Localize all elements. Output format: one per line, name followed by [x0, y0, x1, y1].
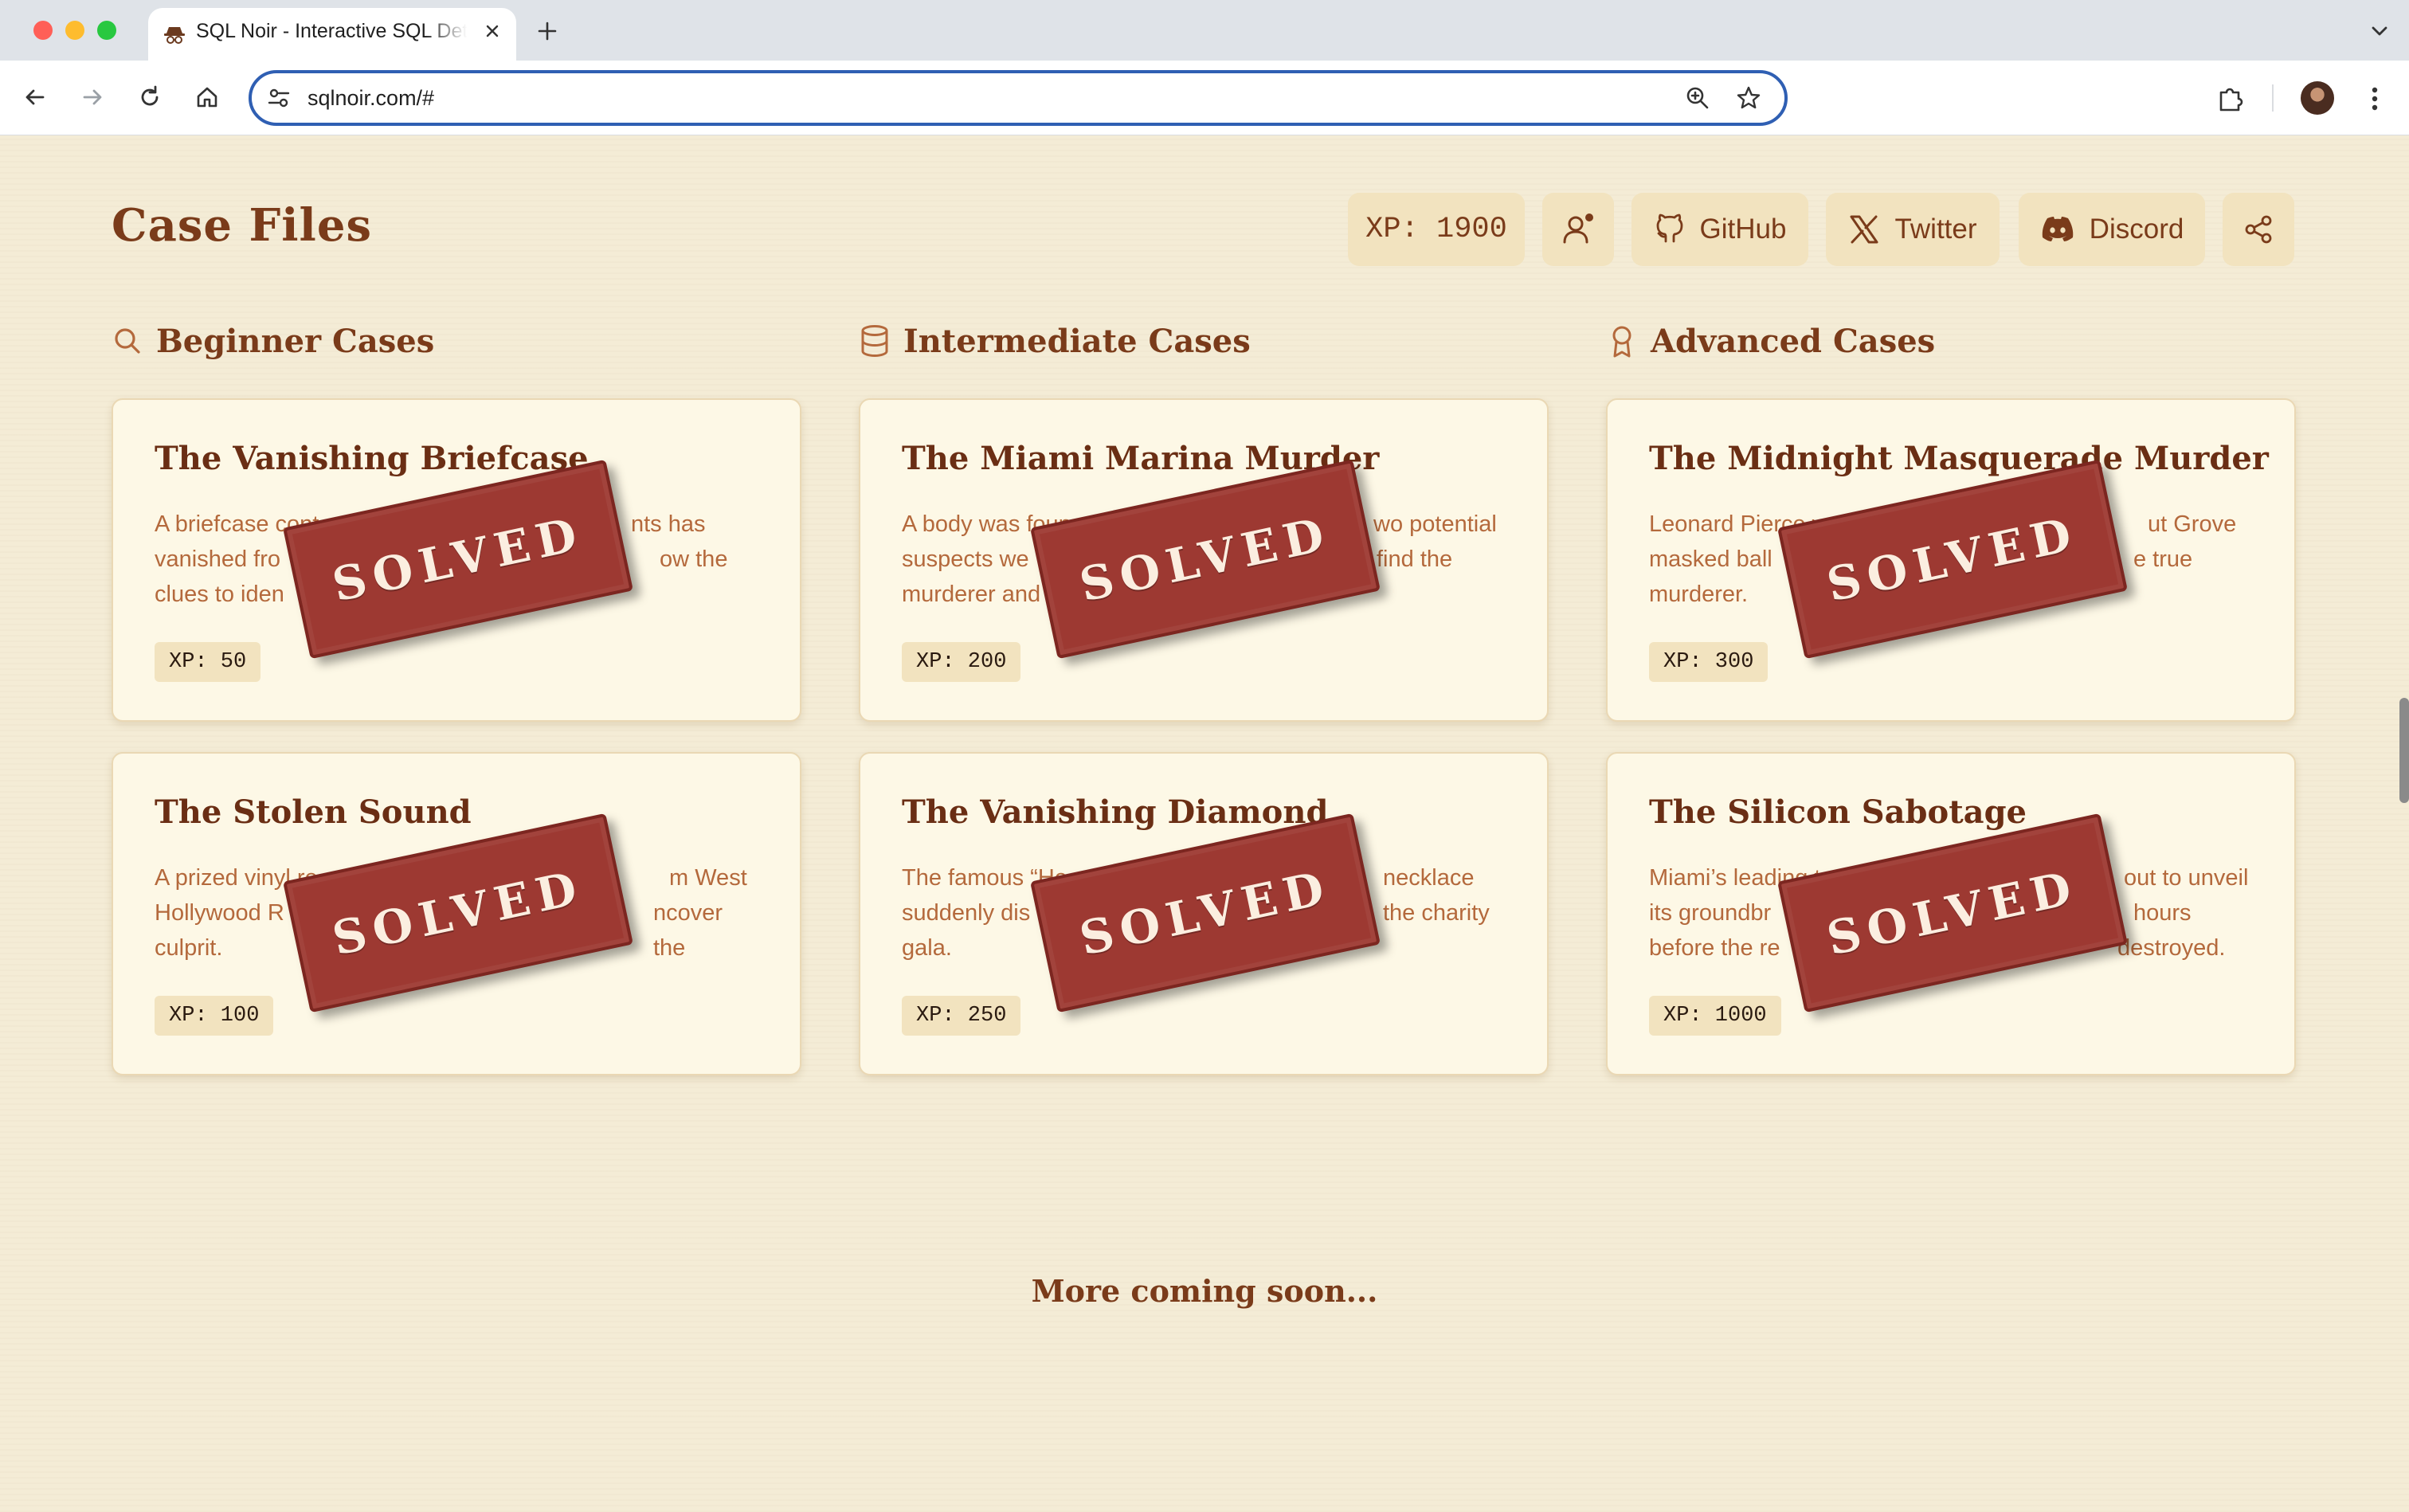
browser-tab-strip: SQL Noir - Interactive SQL Detective Gam…	[0, 0, 2409, 61]
case-title: The Stolen Sound	[155, 793, 472, 831]
database-icon	[861, 325, 888, 358]
case-card[interactable]: The Midnight Masquerade Murder Leonard P…	[1606, 398, 2296, 722]
solved-stamp-text: SOLVED	[1822, 506, 2083, 613]
case-title: The Midnight Masquerade Murder	[1649, 440, 2269, 477]
close-window-button[interactable]	[33, 21, 53, 40]
profile-button[interactable]	[1542, 193, 1614, 266]
profile-avatar[interactable]	[2301, 81, 2334, 115]
address-bar[interactable]: sqlnoir.com/#	[249, 70, 1788, 126]
github-button[interactable]: GitHub	[1631, 193, 1808, 266]
url-text[interactable]: sqlnoir.com/#	[307, 73, 434, 123]
case-xp-badge: XP: 1000	[1649, 996, 1781, 1036]
xp-total: XP: 1900	[1365, 213, 1507, 246]
zoom-icon[interactable]	[1684, 84, 1711, 112]
solved-stamp-text: SOLVED	[1075, 506, 1336, 613]
github-icon	[1656, 213, 1682, 243]
section-advanced: Advanced Cases	[1606, 317, 1935, 365]
more-coming-soon: More coming soon...	[1031, 1273, 1378, 1309]
extensions-puzzle-icon[interactable]	[2215, 83, 2246, 115]
case-card[interactable]: The Vanishing Diamond The famous “Hea ne…	[859, 752, 1549, 1075]
case-card[interactable]: The Stolen Sound A prized vinyl re m Wes…	[112, 752, 801, 1075]
page-title: Case Files	[112, 199, 372, 252]
section-intermediate: Intermediate Cases	[859, 317, 1251, 365]
discord-button[interactable]: Discord	[2019, 193, 2205, 266]
arrow-left-icon	[25, 89, 45, 105]
reload-button[interactable]	[131, 78, 169, 116]
minimize-window-button[interactable]	[65, 21, 84, 40]
case-title: The Silicon Sabotage	[1649, 793, 2027, 831]
home-icon	[197, 87, 217, 108]
solved-stamp-text: SOLVED	[327, 506, 589, 613]
solved-stamp-text: SOLVED	[1822, 860, 2083, 966]
case-title: The Vanishing Briefcase	[155, 440, 589, 477]
github-label: GitHub	[1699, 213, 1787, 245]
section-intermediate-title: Intermediate Cases	[903, 322, 1251, 360]
solved-stamp: SOLVED	[283, 459, 633, 660]
home-button[interactable]	[188, 78, 226, 116]
case-xp-badge: XP: 100	[155, 996, 274, 1036]
solved-stamp-text: SOLVED	[327, 860, 589, 966]
case-card[interactable]: The Miami Marina Murder A body was foun …	[859, 398, 1549, 722]
section-beginner-title: Beginner Cases	[156, 322, 435, 360]
solved-stamp: SOLVED	[1777, 813, 2128, 1013]
tab-search-chevron-icon[interactable]	[2366, 18, 2393, 45]
page-content: Case Files XP: 1900 GitHub Twitter Disco…	[0, 135, 2409, 1512]
solved-stamp: SOLVED	[1777, 459, 2128, 660]
case-card[interactable]: The Silicon Sabotage Miami’s leading t o…	[1606, 752, 2296, 1075]
case-title: The Vanishing Diamond	[902, 793, 1329, 831]
solved-stamp: SOLVED	[1030, 813, 1381, 1013]
back-button[interactable]	[16, 78, 54, 116]
case-xp-badge: XP: 200	[902, 642, 1021, 682]
scrollbar-thumb[interactable]	[2399, 698, 2409, 803]
bookmark-star-icon[interactable]	[1735, 84, 1762, 112]
detective-favicon-icon	[164, 27, 185, 44]
new-tab-icon[interactable]	[534, 18, 561, 45]
solved-stamp-text: SOLVED	[1075, 860, 1336, 966]
search-icon	[115, 328, 140, 354]
case-xp-badge: XP: 300	[1649, 642, 1769, 682]
share-icon	[2245, 215, 2272, 244]
maximize-window-button[interactable]	[97, 21, 116, 40]
section-beginner: Beginner Cases	[112, 317, 434, 365]
browser-tab-active[interactable]: SQL Noir - Interactive SQL Detective Gam…	[148, 8, 516, 61]
tab-title: SQL Noir - Interactive SQL Detective Gam…	[196, 20, 467, 42]
toolbar-divider	[2272, 84, 2274, 112]
forward-button[interactable]	[73, 78, 112, 116]
browser-menu-icon[interactable]	[2363, 83, 2387, 115]
arrow-right-icon	[83, 89, 102, 105]
solved-stamp: SOLVED	[1030, 459, 1381, 660]
xp-badge: XP: 1900	[1348, 193, 1525, 266]
case-card[interactable]: The Vanishing Briefcase A briefcase cont…	[112, 398, 801, 722]
browser-toolbar: sqlnoir.com/#	[0, 61, 2409, 135]
case-xp-badge: XP: 50	[155, 642, 261, 682]
user-notification-icon	[1563, 213, 1593, 244]
x-twitter-icon	[1850, 215, 1878, 244]
award-icon	[1612, 326, 1631, 358]
twitter-button[interactable]: Twitter	[1826, 193, 2000, 266]
discord-label: Discord	[2089, 213, 2184, 245]
discord-icon	[2042, 217, 2073, 241]
solved-stamp: SOLVED	[283, 813, 633, 1013]
close-tab-icon[interactable]	[481, 20, 503, 42]
site-settings-icon[interactable]	[266, 85, 292, 111]
twitter-label: Twitter	[1894, 213, 1977, 245]
share-button[interactable]	[2223, 193, 2294, 266]
reload-icon	[141, 85, 159, 106]
section-advanced-title: Advanced Cases	[1651, 322, 1936, 360]
case-xp-badge: XP: 250	[902, 996, 1021, 1036]
